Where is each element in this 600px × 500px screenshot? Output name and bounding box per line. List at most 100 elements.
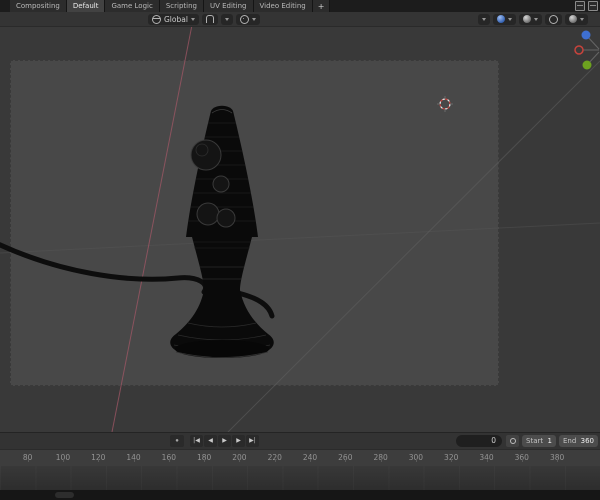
ruler-tick: 300: [398, 450, 433, 462]
workspace-tab-label: UV Editing: [209, 2, 247, 10]
ruler-tick-label: 140: [126, 453, 141, 462]
gizmos-dropdown[interactable]: [493, 13, 516, 25]
status-bar: [0, 490, 600, 500]
proportional-editing-icon: [239, 14, 249, 24]
ruler-tick-label: 240: [302, 453, 318, 462]
status-widget: [55, 492, 74, 498]
ruler-tick-label: 180: [196, 453, 212, 462]
timeline-tracks-area[interactable]: [0, 466, 600, 490]
clock-icon: [509, 438, 516, 444]
orientation-globe-icon: [152, 14, 161, 24]
shading-mode-dropdown[interactable]: [565, 13, 588, 25]
jump-to-end-button[interactable]: ▶|: [246, 435, 259, 447]
ruler-tick-label: 120: [91, 453, 106, 462]
ruler-tick-label: 80: [22, 453, 33, 462]
timeline-ruler[interactable]: 80 100 120 140 160 180 200 220 240 260 2…: [0, 449, 600, 467]
ruler-tick: 120: [81, 450, 116, 462]
end-value: 360: [580, 437, 594, 445]
gizmo-z-axis[interactable]: [581, 30, 591, 40]
xray-icon: [549, 14, 558, 24]
workspace-tab[interactable]: Scripting: [159, 0, 204, 12]
ruler-tick-label: 160: [161, 453, 176, 462]
gizmo-sphere-icon: [497, 15, 505, 23]
view-layer-icon[interactable]: [588, 1, 598, 11]
proportional-editing-toggle[interactable]: [235, 13, 260, 25]
chevron-down-icon: [534, 17, 538, 21]
ruler-tick: 360: [504, 450, 539, 462]
workspace-tab[interactable]: Compositing: [10, 0, 67, 12]
xray-toggle[interactable]: [545, 13, 562, 25]
orientation-label: Global: [164, 14, 188, 24]
current-frame-field[interactable]: 0: [456, 435, 502, 447]
navigation-gizmo[interactable]: [574, 30, 600, 70]
visibility-dropdown[interactable]: [478, 13, 490, 25]
workspace-tab-label: Default: [72, 2, 99, 10]
workspace-tab[interactable]: Default: [66, 0, 106, 12]
ruler-tick: 340: [469, 450, 504, 462]
snap-settings-dropdown[interactable]: [220, 13, 233, 25]
ruler-tick-label: 280: [373, 453, 388, 462]
ruler-tick: 380: [539, 450, 574, 462]
chevron-down-icon: [224, 17, 229, 21]
ruler-tick-label: 300: [408, 453, 424, 462]
timeline-header: ● |◀ ◀ ▶ ▶ ▶| 0 Start 1 End 360: [0, 432, 600, 450]
ruler-tick: 280: [363, 450, 398, 462]
jump-to-start-button[interactable]: |◀: [190, 435, 203, 447]
3d-cursor: [437, 96, 453, 112]
playback-sync-button[interactable]: [506, 435, 519, 447]
workspace-tab-label: Scripting: [165, 2, 197, 10]
workspace-tab-label: Compositing: [16, 2, 60, 10]
end-label: End: [563, 437, 577, 445]
workspace-tab-label: Video Editing: [259, 2, 306, 10]
shading-sphere-icon: [569, 15, 577, 23]
3d-viewport[interactable]: [0, 27, 600, 432]
lamp-power-cord: [0, 242, 208, 295]
add-workspace-button[interactable]: +: [312, 0, 331, 12]
workspace-tab[interactable]: UV Editing: [203, 0, 254, 12]
ruler-ticks: 80 100 120 140 160 180 200 220 240 260 2…: [10, 450, 575, 462]
workspace-tab[interactable]: Game Logic: [105, 0, 160, 12]
ruler-tick-label: 320: [444, 453, 459, 462]
lava-blob-large: [190, 139, 222, 171]
playback-controls: |◀ ◀ ▶ ▶ ▶|: [190, 435, 259, 447]
chevron-down-icon: [508, 17, 512, 21]
ruler-tick: 160: [151, 450, 186, 462]
ruler-tick: 140: [116, 450, 151, 462]
ruler-tick-label: 200: [232, 453, 247, 462]
frame-end-field[interactable]: End 360: [559, 435, 598, 447]
ruler-tick-label: 100: [55, 453, 71, 462]
scene-icon[interactable]: [575, 1, 585, 11]
ruler-tick: 240: [292, 450, 327, 462]
grid-horizon-line: [0, 222, 600, 254]
workspace-tabs: Compositing Default Game Logic Scripting…: [10, 0, 313, 12]
chevron-down-icon: [482, 17, 486, 21]
lava-blob-mid2: [216, 208, 236, 228]
lava-blob-mid: [196, 202, 220, 226]
snap-toggle[interactable]: [201, 13, 218, 25]
ruler-tick: 80: [10, 450, 45, 462]
viewport-overlay: [0, 27, 600, 432]
ruler-tick: 200: [222, 450, 257, 462]
transform-orientation-dropdown[interactable]: Global: [148, 13, 199, 25]
chevron-down-icon: [251, 17, 256, 21]
gizmo-x-axis[interactable]: [574, 45, 584, 55]
next-keyframe-button[interactable]: ▶: [232, 435, 245, 447]
ruler-tick: 320: [434, 450, 469, 462]
lava-lamp-object[interactable]: [170, 105, 274, 358]
overlay-sphere-icon: [523, 15, 531, 23]
start-value: 1: [547, 437, 552, 445]
ruler-tick-label: 260: [338, 453, 353, 462]
workspace-tab[interactable]: Video Editing: [253, 0, 313, 12]
auto-keyframe-button[interactable]: ●: [170, 435, 184, 447]
ruler-tick-label: 360: [514, 453, 529, 462]
ruler-tick-label: 380: [549, 453, 565, 462]
prev-keyframe-button[interactable]: ◀: [204, 435, 217, 447]
viewport-header: Global: [0, 12, 600, 27]
overlays-dropdown[interactable]: [519, 13, 542, 25]
gizmo-y-axis[interactable]: [582, 60, 592, 70]
x-axis-line: [111, 27, 193, 432]
frame-start-field[interactable]: Start 1: [522, 435, 556, 447]
ruler-tick: 180: [186, 450, 221, 462]
ruler-tick: 100: [45, 450, 80, 462]
play-button[interactable]: ▶: [218, 435, 231, 447]
